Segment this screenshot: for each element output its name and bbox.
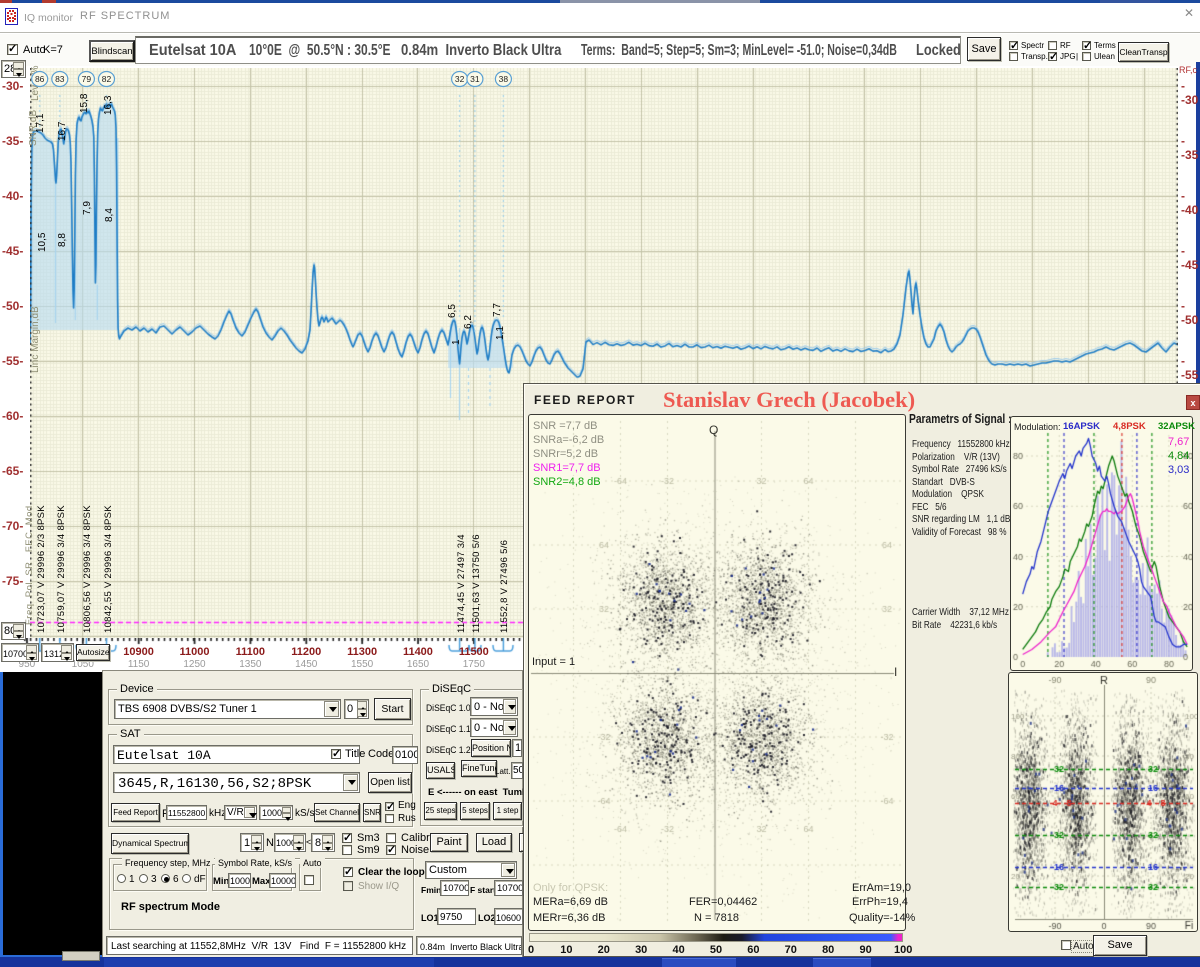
svg-text:32: 32 bbox=[455, 74, 465, 84]
svg-text:38: 38 bbox=[499, 74, 509, 84]
svg-text:31: 31 bbox=[470, 74, 480, 84]
svg-text:79: 79 bbox=[82, 74, 92, 84]
svg-text:86: 86 bbox=[35, 74, 45, 84]
svg-text:83: 83 bbox=[55, 74, 65, 84]
svg-text:82: 82 bbox=[102, 74, 112, 84]
